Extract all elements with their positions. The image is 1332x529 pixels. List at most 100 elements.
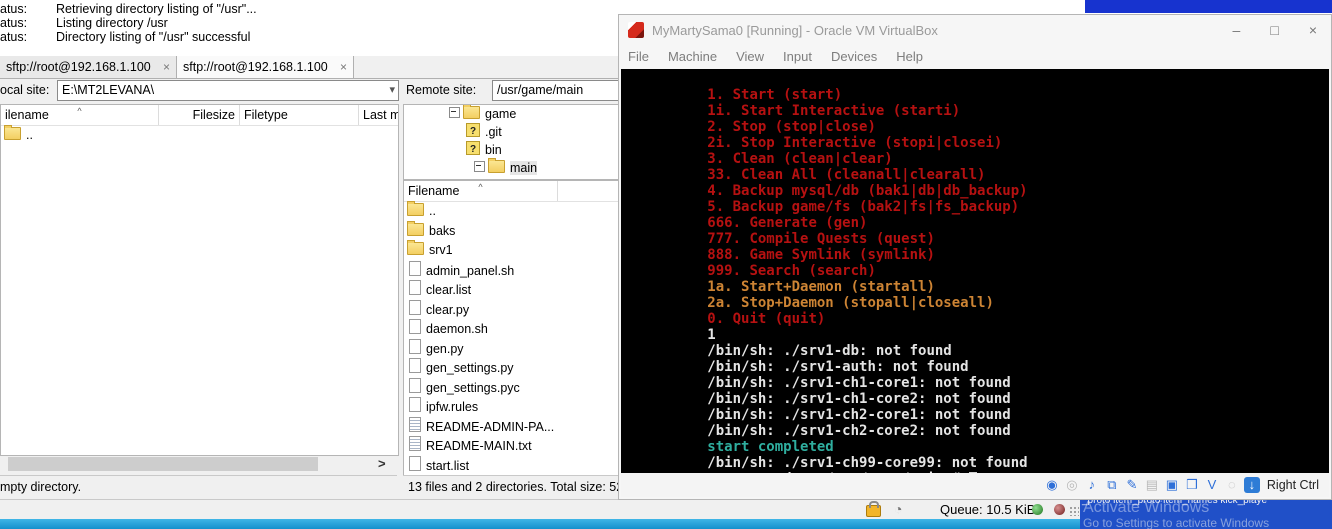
background-blue-window-top [1085,0,1332,13]
file-name: gen_settings.py [426,361,514,375]
file-name: admin_panel.sh [426,264,514,278]
menu-item[interactable]: Help [896,49,923,64]
remote-site-path: /usr/game/main [497,83,583,97]
taskbar-edge[interactable] [0,518,1082,529]
screen: _proto item_proto item_names kick_playe … [0,0,1332,529]
folder-icon [466,123,480,137]
local-pane-status: mpty directory. [0,475,397,499]
shared-folders-icon[interactable]: ▤ [1144,477,1160,493]
activate-windows-watermark: Activate Windows [1083,499,1209,517]
recording-icon[interactable]: V [1204,477,1220,493]
titlebar: MyMartySama0 [Running] - Oracle VM Virtu… [619,15,1331,45]
virtualbox-logo-icon [628,22,644,38]
file-type-icon [409,378,421,393]
close-button[interactable]: × [1309,22,1317,38]
file-type-icon [407,223,424,236]
file-name: clear.py [426,303,469,317]
clipboard-icon[interactable]: ❒ [1184,477,1200,493]
display-icon[interactable]: ▣ [1164,477,1180,493]
file-type-icon [409,300,421,315]
tab-close-icon[interactable]: × [163,60,170,74]
tab-label: sftp://root@192.168.1.100 [6,60,151,74]
connection-tab[interactable]: sftp://root@192.168.1.100 × [0,56,177,78]
file-name: README-MAIN.txt [426,439,532,453]
column-header-filename[interactable]: Filename ^ [404,181,558,201]
window-controls: – □ × [1233,22,1331,38]
window-title: MyMartySama0 [Running] - Oracle VM Virtu… [652,23,938,38]
menu-item[interactable]: Input [783,49,812,64]
lock-icon[interactable] [866,505,881,517]
file-type-icon [409,417,421,432]
column-header-lastmodified[interactable]: Last m [359,105,398,125]
local-site-label: ocal site: [0,83,49,97]
usb-icon[interactable]: ✎ [1124,477,1140,493]
menu-item[interactable]: File [628,49,649,64]
terminal-line: 1. Start (start) [623,71,1329,87]
log-message: Listing directory /usr [56,16,168,30]
column-header-filesize[interactable]: Filesize [159,105,240,125]
speed-gauge-icon[interactable]: ◔ [894,501,902,517]
status-led-green [1032,504,1043,515]
file-name: ipfw.rules [426,400,478,414]
local-site-combobox[interactable]: E:\MT2LEVANA\ ▾ [57,80,399,101]
file-type-icon [409,339,421,354]
activate-windows-watermark-line2: Go to Settings to activate Windows [1083,516,1269,529]
network-icon[interactable]: ⧉ [1104,477,1120,493]
connection-tab[interactable]: sftp://root@192.168.1.100 × [177,56,354,78]
file-type-icon [409,261,421,276]
scroll-right-arrow-icon[interactable]: > [378,456,386,471]
file-name: clear.list [426,283,471,297]
status-led-red [1054,504,1065,515]
menu-item[interactable]: Devices [831,49,877,64]
terminal-line: /bin/sh: ./srv1-db: not found [623,327,1329,343]
folder-icon [4,127,21,140]
tree-label: bin [485,143,502,157]
file-name: start.list [426,459,469,473]
file-name: README-ADMIN-PA... [426,420,554,434]
resize-grip[interactable] [1069,506,1079,516]
local-file-pane: ilename ^ Filesize Filetype Last m .. [0,104,399,456]
tab-close-icon[interactable]: × [340,60,347,74]
file-name: gen_settings.pyc [426,381,520,395]
local-file-list: .. [1,126,398,145]
menu-item[interactable]: Machine [668,49,717,64]
local-horizontal-scrollbar: > [0,456,397,472]
file-type-icon [409,319,421,334]
tree-expander-icon[interactable] [449,107,460,118]
queue-size: Queue: 10.5 KiB [940,502,1035,517]
minimize-button[interactable]: – [1233,22,1241,38]
log-message: Retrieving directory listing of "/usr"..… [56,2,257,16]
file-type-icon [409,436,421,451]
audio-icon[interactable]: ♪ [1084,477,1100,493]
file-type-icon [409,397,421,412]
file-type-icon [409,456,421,471]
remote-site-label: Remote site: [406,83,476,97]
sort-ascending-icon: ^ [478,181,482,197]
folder-icon [466,141,480,155]
hdd-icon[interactable]: ◉ [1044,477,1060,493]
log-status-label: atus: [0,2,56,16]
file-name: .. [26,128,33,142]
tree-expander-icon[interactable] [474,161,485,172]
file-type-icon [409,280,421,295]
chevron-down-icon[interactable]: ▾ [389,81,395,100]
column-header-filename[interactable]: ilename ^ [1,105,159,125]
host-key-icon[interactable]: ↓ [1244,477,1260,493]
tree-label: game [485,107,516,121]
column-header-filetype[interactable]: Filetype [240,105,359,125]
scrollbar-thumb[interactable] [8,457,318,471]
statusbar: ◔ Queue: 10.5 KiB [0,499,1082,519]
optical-disc-icon[interactable]: ◎ [1064,477,1080,493]
maximize-button[interactable]: □ [1270,22,1278,38]
file-name: baks [429,224,455,238]
status-icons: ◉ ◎ ♪ ⧉ ✎ ▤ ▣ ❒ V ◌ [1044,477,1260,493]
menubar: File Machine View Input Devices Help [619,45,1331,67]
file-name: gen.py [426,342,464,356]
menu-item[interactable]: View [736,49,764,64]
file-row[interactable]: .. [1,126,398,145]
log-status-label: atus: [0,30,56,44]
tab-label: sftp://root@192.168.1.100 [183,60,328,74]
mouse-integration-icon[interactable]: ◌ [1224,477,1240,493]
vm-console[interactable]: 1. Start (start) 1i. Start Interactive (… [621,69,1329,473]
file-type-icon [407,203,424,216]
